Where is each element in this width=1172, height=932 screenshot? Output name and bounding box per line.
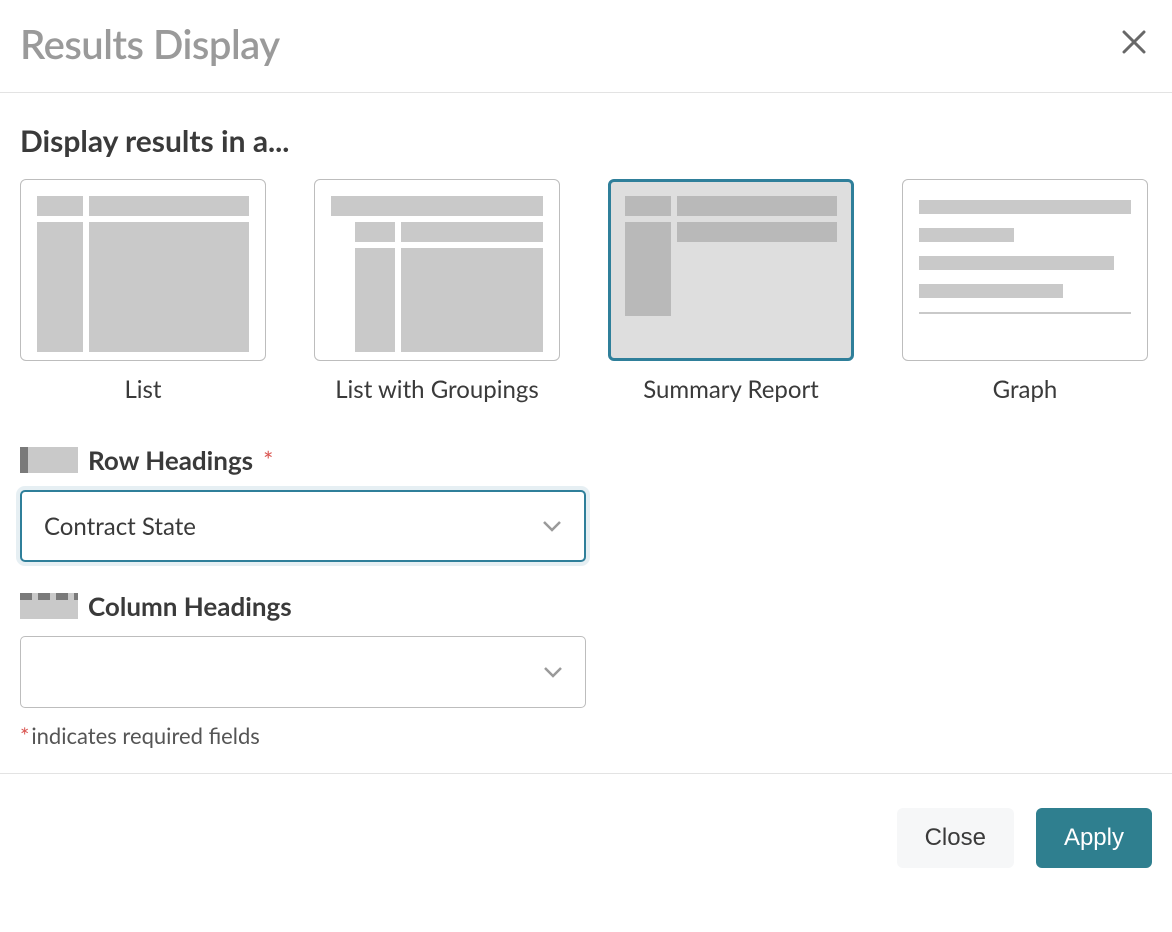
option-list-thumbnail [20, 179, 266, 361]
option-graph-thumbnail [902, 179, 1148, 361]
chevron-down-icon [542, 520, 562, 532]
option-summary-report-thumbnail [608, 179, 854, 361]
dialog-footer: Close Apply [0, 773, 1172, 886]
option-summary-report[interactable]: Summary Report [608, 179, 854, 404]
row-headings-header: Row Headings * [20, 444, 1152, 476]
display-option-row: List List with Groupings [20, 179, 1152, 404]
dialog-body: Display results in a... List [0, 93, 1172, 773]
row-headings-value: Contract State [44, 512, 196, 541]
section-title: Display results in a... [20, 123, 1152, 159]
required-footnote: *indicates required fields [20, 722, 1152, 749]
option-list-label: List [124, 375, 161, 404]
option-list-groupings-thumbnail [314, 179, 560, 361]
option-graph-label: Graph [993, 375, 1058, 404]
footnote-text: indicates required fields [31, 722, 259, 749]
option-graph[interactable]: Graph [902, 179, 1148, 404]
option-list[interactable]: List [20, 179, 266, 404]
row-headings-label: Row Headings [88, 444, 253, 476]
chevron-down-icon [543, 666, 563, 678]
apply-button[interactable]: Apply [1036, 808, 1152, 868]
column-headings-header: Column Headings [20, 590, 1152, 622]
close-button[interactable]: Close [897, 808, 1014, 868]
option-list-groupings-label: List with Groupings [335, 375, 539, 404]
row-headings-icon [20, 447, 78, 473]
dialog-header: Results Display [0, 0, 1172, 93]
row-headings-select[interactable]: Contract State [20, 490, 586, 562]
required-asterisk: * [263, 446, 273, 475]
column-headings-icon [20, 593, 78, 619]
option-list-groupings[interactable]: List with Groupings [314, 179, 560, 404]
column-headings-select[interactable] [20, 636, 586, 708]
footnote-asterisk: * [20, 722, 29, 749]
column-headings-label: Column Headings [88, 590, 292, 622]
option-summary-report-label: Summary Report [643, 375, 819, 404]
close-icon[interactable] [1116, 23, 1152, 65]
dialog-title: Results Display [20, 20, 280, 68]
